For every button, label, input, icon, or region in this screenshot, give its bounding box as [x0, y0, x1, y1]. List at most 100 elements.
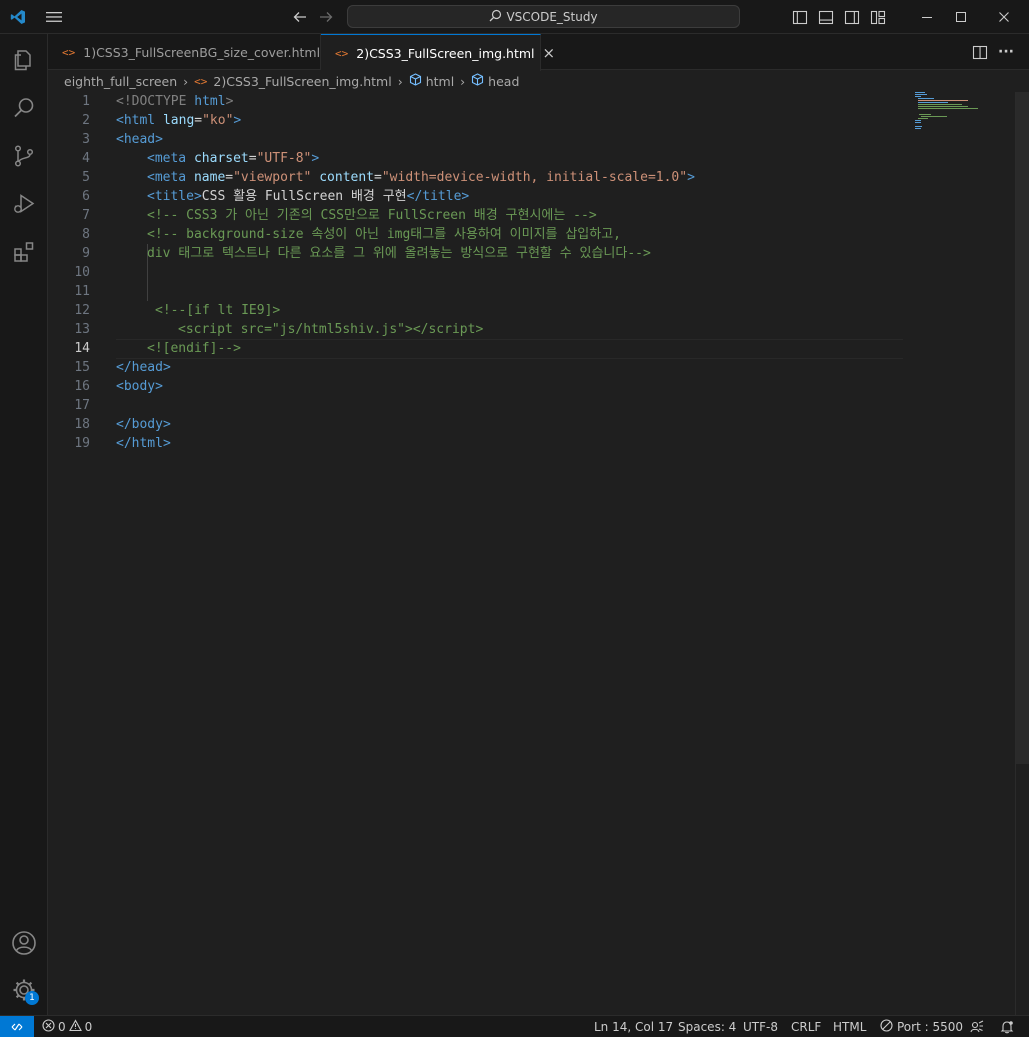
editor-tabs: <> 1)CSS3_FullScreenBG_size_cover.html <…: [48, 34, 1029, 71]
status-bar: 0 0 Ln 14, Col 17 Spaces: 4 UTF-8 CRLF H…: [0, 1015, 1029, 1037]
code-line: 4 <meta charset="UTF-8">: [48, 149, 908, 168]
line-number: 19: [74, 436, 90, 451]
code-line: 1 <!DOCTYPE html>: [48, 92, 908, 111]
explorer-icon[interactable]: [0, 36, 48, 84]
tab-css3-fullscreen-img[interactable]: <> 2)CSS3_FullScreen_img.html ×: [321, 34, 555, 71]
close-icon[interactable]: [981, 0, 1027, 34]
indentation[interactable]: Spaces: 4: [678, 1016, 736, 1037]
back-arrow-icon[interactable]: [290, 0, 310, 34]
code-line: 7 <!-- CSS3 가 아닌 기존의 CSS만으로 FullScreen 배경…: [48, 206, 908, 225]
activity-bar: 1: [0, 34, 48, 1015]
html-file-icon: <>: [62, 45, 76, 59]
notifications-bell-icon[interactable]: [1000, 1016, 1014, 1037]
line-number: 1: [82, 94, 90, 109]
remote-indicator-icon[interactable]: [0, 1016, 34, 1037]
maximize-icon[interactable]: [938, 0, 984, 34]
line-number: 4: [82, 151, 90, 166]
editor-scrollbar[interactable]: [1015, 92, 1029, 1015]
code-line: 15 </head>: [48, 358, 908, 377]
line-number: 14: [74, 341, 90, 356]
code-line: 17: [48, 396, 908, 415]
customize-layout-icon[interactable]: [868, 0, 888, 34]
problems-indicator[interactable]: 0 0: [42, 1016, 92, 1037]
line-number: 16: [74, 379, 90, 394]
source-control-icon[interactable]: [0, 132, 48, 180]
code-editor[interactable]: 1 <!DOCTYPE html> 2 <html lang="ko"> 3 <hea…: [48, 92, 1029, 1015]
line-number: 11: [74, 284, 90, 299]
code-line: 8 <!-- background-size 속성이 아닌 img태그를 사용하여…: [48, 225, 908, 244]
extensions-icon[interactable]: [0, 228, 48, 276]
warning-icon: [68, 1018, 82, 1035]
line-number: 7: [82, 208, 90, 223]
account-icon[interactable]: [0, 919, 48, 967]
end-of-line[interactable]: CRLF: [791, 1016, 821, 1037]
html-file-icon: <>: [194, 74, 208, 88]
tab-label: 2)CSS3_FullScreen_img.html: [356, 45, 535, 61]
search-icon: [489, 9, 502, 25]
chevron-right-icon: ›: [460, 73, 466, 89]
notification-badge: 1: [25, 991, 39, 1005]
cube-symbol-icon: [409, 73, 422, 89]
line-number: 2: [82, 113, 90, 128]
scrollbar-thumb[interactable]: [1016, 92, 1029, 764]
split-editor-icon[interactable]: [970, 34, 990, 70]
forward-arrow-icon[interactable]: [316, 0, 336, 34]
command-center-search[interactable]: VSCODE_Study: [347, 5, 740, 28]
code-line: 6 <title>CSS 활용 FullScreen 배경 구현</title>: [48, 187, 908, 206]
breadcrumb-file[interactable]: 2)CSS3_FullScreen_img.html: [213, 74, 391, 89]
code-line: 11: [48, 282, 908, 301]
error-count: 0: [58, 1019, 66, 1034]
breadcrumb-symbol-html[interactable]: html: [426, 74, 454, 89]
run-debug-icon[interactable]: [0, 180, 48, 228]
toggle-secondary-sidebar-icon[interactable]: [842, 0, 862, 34]
code-line: 10: [48, 263, 908, 282]
tab-close-icon[interactable]: ×: [543, 44, 556, 62]
error-icon: [42, 1018, 55, 1035]
code-line: 13 <script src="js/html5shiv.js"></script…: [48, 320, 908, 339]
more-actions-icon[interactable]: ···: [996, 34, 1016, 70]
code-line-current: 14 <![endif]-->: [48, 339, 908, 358]
chevron-right-icon: ›: [397, 73, 403, 89]
line-number: 10: [74, 265, 90, 280]
tab-label: 1)CSS3_FullScreenBG_size_cover.html: [83, 44, 321, 60]
search-icon[interactable]: [0, 84, 48, 132]
command-center-label: VSCODE_Study: [506, 9, 598, 24]
line-number: 12: [74, 303, 90, 318]
title-bar: VSCODE_Study: [0, 0, 1029, 34]
code-line: 19 </html>: [48, 434, 908, 453]
cube-symbol-icon: [471, 73, 484, 89]
line-number: 8: [82, 227, 90, 242]
language-mode[interactable]: HTML: [833, 1016, 866, 1037]
breadcrumb-folder[interactable]: eighth_full_screen: [64, 74, 177, 89]
line-number: 9: [82, 246, 90, 261]
line-number: 3: [82, 132, 90, 147]
html-file-icon: <>: [335, 46, 349, 60]
no-entry-icon: [880, 1018, 893, 1035]
live-server-port[interactable]: Port : 5500: [880, 1016, 963, 1037]
port-label: Port : 5500: [897, 1019, 963, 1034]
feedback-icon[interactable]: [970, 1016, 984, 1037]
line-number: 15: [74, 360, 90, 375]
toggle-primary-sidebar-icon[interactable]: [790, 0, 810, 34]
cursor-position[interactable]: Ln 14, Col 17: [594, 1016, 673, 1037]
line-number: 17: [74, 398, 90, 413]
line-number: 13: [74, 322, 90, 337]
code-line: 16 <body>: [48, 377, 908, 396]
line-number: 18: [74, 417, 90, 432]
line-number: 6: [82, 189, 90, 204]
code-line: 3 <head>: [48, 130, 908, 149]
warning-count: 0: [84, 1019, 93, 1034]
minimap[interactable]: [915, 92, 1015, 142]
code-line: 12 <!--[if lt IE9]>: [48, 301, 908, 320]
chevron-right-icon: ›: [183, 73, 189, 89]
toggle-panel-icon[interactable]: [816, 0, 836, 34]
breadcrumb-symbol-head[interactable]: head: [488, 74, 519, 89]
vscode-logo-icon[interactable]: [8, 0, 28, 34]
code-line: 18 </body>: [48, 415, 908, 434]
menu-icon[interactable]: [44, 0, 64, 34]
tab-css3-fullscreenbg-size-cover[interactable]: <> 1)CSS3_FullScreenBG_size_cover.html: [48, 34, 321, 70]
code-line: 9 div 태그로 텍스트나 다른 요소를 그 위에 올려놓는 방식으로 구현할 …: [48, 244, 908, 263]
encoding[interactable]: UTF-8: [743, 1016, 778, 1037]
line-number: 5: [82, 170, 90, 185]
manage-gear-icon[interactable]: 1: [0, 966, 48, 1014]
